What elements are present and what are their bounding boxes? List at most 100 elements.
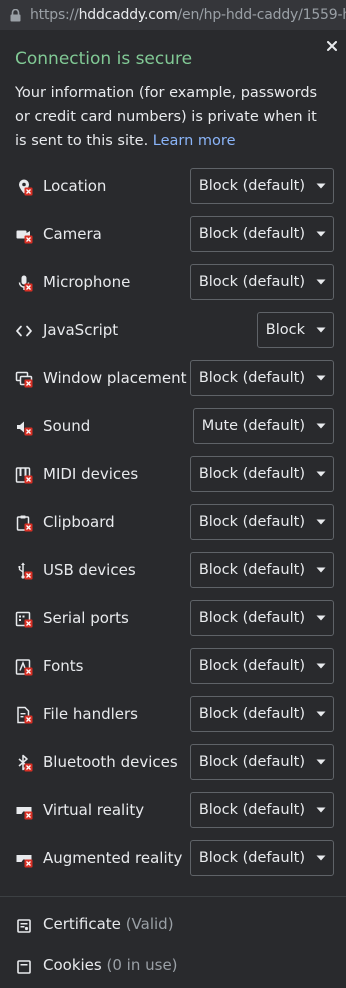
chevron-down-icon [309,601,333,635]
permission-select[interactable]: Block (default) [189,696,334,732]
certificate-label: Certificate (Valid) [43,915,174,933]
window-placement-icon [15,370,33,388]
permission-select-value: Block (default) [198,850,305,866]
permission-label: Augmented reality [43,849,183,867]
permission-select[interactable]: Block [256,312,334,348]
chevron-down-icon [309,265,333,299]
permission-row-serial-ports: Serial ports Block (default) [0,598,346,646]
sound-icon [15,418,33,436]
permission-select-value: Block (default) [198,754,305,770]
ar-headset-icon [15,850,33,868]
permission-row-virtual-reality: Virtual reality Block (default) [0,790,346,838]
permission-label: Microphone [43,273,131,291]
serial-port-icon [15,610,33,628]
chevron-down-icon [309,409,333,443]
url-text[interactable]: https://hddcaddy.com/en/hp-hdd-caddy/155… [30,7,346,23]
bluetooth-icon [15,754,33,772]
permission-row-augmented-reality: Augmented reality Block (default) [0,838,346,886]
permission-select-value: Block [265,322,305,338]
site-info-popup: Connection is secure Your information (f… [0,30,346,974]
permission-label: Sound [43,417,91,435]
certificate-status: (Valid) [125,915,174,933]
certificate-row[interactable]: Certificate (Valid) [0,907,346,947]
permission-label: Camera [43,225,102,243]
permission-select-value: Block (default) [198,610,305,626]
fonts-icon [15,658,33,676]
url-scheme: https:// [30,7,79,23]
permission-row-bluetooth-devices: Bluetooth devices Block (default) [0,742,346,790]
permission-label: Window placement [43,369,187,387]
usb-icon [15,562,33,580]
javascript-icon [15,322,33,340]
permission-label: Bluetooth devices [43,753,178,771]
permission-label: Clipboard [43,513,115,531]
permission-select-value: Block (default) [198,274,305,290]
permission-select[interactable]: Block (default) [189,600,334,636]
permission-select[interactable]: Block (default) [189,216,334,252]
permission-select-value: Block (default) [198,178,305,194]
cookies-status: (0 in use) [106,956,178,974]
url-host: hddcaddy.com [78,7,178,23]
permission-label: Location [43,177,107,195]
url-path: /en/hp-hdd-caddy/1559-hp- [177,7,346,23]
permission-select-value: Mute (default) [201,418,305,434]
chevron-down-icon [309,553,333,587]
learn-more-link[interactable]: Learn more [153,133,236,149]
certificate-icon [17,918,31,933]
chevron-down-icon [309,745,333,779]
permission-select-value: Block (default) [198,370,305,386]
permission-select-value: Block (default) [198,658,305,674]
permission-label: Virtual reality [43,801,145,819]
permission-select[interactable]: Block (default) [189,552,334,588]
permission-label: Fonts [43,657,84,675]
permission-select-value: Block (default) [198,562,305,578]
chevron-down-icon [309,649,333,683]
permission-label: File handlers [43,705,138,723]
lock-icon[interactable] [0,0,30,30]
permission-select[interactable]: Block (default) [189,648,334,684]
permission-select[interactable]: Mute (default) [192,408,334,444]
location-icon [15,178,33,196]
permission-label: MIDI devices [43,465,139,483]
chevron-down-icon [309,361,333,395]
permission-label: Serial ports [43,609,129,627]
permission-select[interactable]: Block (default) [189,264,334,300]
permission-select[interactable]: Block (default) [189,168,334,204]
permission-select-value: Block (default) [198,514,305,530]
divider [0,896,346,897]
permission-select-value: Block (default) [198,466,305,482]
cookies-label: Cookies (0 in use) [43,956,178,974]
permission-row-javascript: JavaScript Block [0,310,346,358]
permission-select[interactable]: Block (default) [189,504,334,540]
chevron-down-icon [309,697,333,731]
permission-row-midi-devices: MIDI devices Block (default) [0,454,346,502]
permission-select[interactable]: Block (default) [189,456,334,492]
chevron-down-icon [309,505,333,539]
permission-label: USB devices [43,561,136,579]
permission-select-value: Block (default) [198,226,305,242]
permission-select[interactable]: Block (default) [189,744,334,780]
chevron-down-icon [309,217,333,251]
address-bar[interactable]: https://hddcaddy.com/en/hp-hdd-caddy/155… [0,0,346,30]
cookies-text: Cookies [43,956,102,974]
permission-row-window-placement: Window placement Block (default) [0,358,346,406]
camera-icon [15,226,33,244]
close-icon[interactable] [324,38,340,54]
clipboard-icon [15,514,33,532]
permission-row-location: Location Block (default) [0,166,346,214]
file-handlers-icon [15,706,33,724]
permission-row-fonts: Fonts Block (default) [0,646,346,694]
permission-row-microphone: Microphone Block (default) [0,262,346,310]
cookies-row[interactable]: Cookies (0 in use) [0,948,346,988]
connection-status-title: Connection is secure [15,49,193,69]
permission-row-usb-devices: USB devices Block (default) [0,550,346,598]
microphone-icon [15,274,33,292]
chevron-down-icon [309,793,333,827]
permission-row-clipboard: Clipboard Block (default) [0,502,346,550]
chevron-down-icon [309,457,333,491]
permission-label: JavaScript [43,321,119,339]
permission-row-file-handlers: File handlers Block (default) [0,694,346,742]
permission-select[interactable]: Block (default) [189,792,334,828]
permission-select[interactable]: Block (default) [189,360,334,396]
permission-select[interactable]: Block (default) [189,840,334,876]
